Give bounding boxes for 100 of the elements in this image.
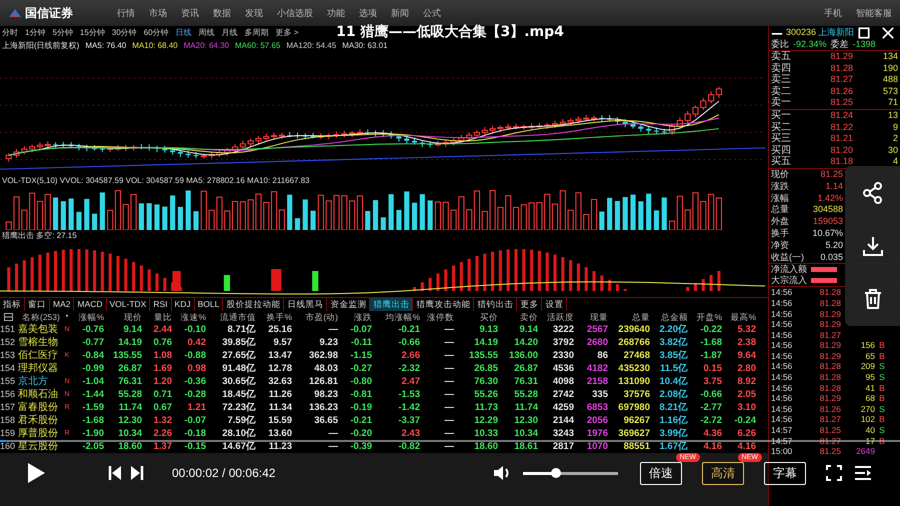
previous-icon[interactable] (108, 465, 122, 481)
table-cell-text: 9.23 (318, 336, 338, 349)
table-cell-text: 239640 (617, 323, 650, 336)
period-tab[interactable]: 日线 (176, 26, 192, 40)
playlist-icon[interactable] (854, 465, 872, 481)
indicator-tab[interactable]: 猎鹰出击 (370, 298, 414, 311)
menu-item[interactable]: 行情 (117, 6, 135, 20)
column-header[interactable]: 最高% (722, 311, 756, 323)
column-header[interactable]: 总量 (608, 311, 650, 323)
table-cell-text: 1.69 (152, 362, 172, 375)
volume-icon[interactable] (493, 465, 511, 481)
indicator-tab[interactable]: VOL-TDX (106, 298, 150, 311)
stat-value: 5.20 (824, 240, 843, 252)
period-tab[interactable]: 分时 (2, 26, 18, 40)
table-cell-text: -0.28 (183, 388, 206, 401)
close-icon[interactable] (882, 27, 894, 39)
indicator-tab[interactable]: 日线黑马 (284, 298, 328, 311)
column-header[interactable]: 涨停数 (420, 311, 454, 323)
period-tab[interactable]: 15分钟 (80, 26, 105, 40)
list-icon[interactable] (4, 313, 13, 321)
share-icon[interactable] (862, 182, 884, 204)
stat-label: 涨幅 (770, 192, 790, 204)
indicator-tab[interactable]: MA2 (50, 298, 74, 311)
period-tab[interactable]: 更多 > (276, 26, 299, 40)
table-cell-text: 76.30 (473, 375, 498, 388)
tick-time: 14:56 (770, 298, 794, 308)
table-cell-text: 1.16亿 (658, 414, 688, 427)
indicator-tab[interactable]: MACD (74, 298, 107, 311)
column-header[interactable]: 涨速% (172, 311, 206, 323)
indicator-tab[interactable]: BOLL (194, 298, 224, 311)
player-button[interactable]: 字幕 (764, 462, 806, 484)
column-header[interactable]: 现价 (104, 311, 142, 323)
tick-volume: 68 (864, 393, 875, 404)
column-header[interactable]: 卖价 (498, 311, 538, 323)
tick-volume: 41 (864, 382, 875, 394)
indicator-tab[interactable]: 猎鹰攻击动能 (413, 298, 474, 311)
column-header[interactable]: 活跃度 (538, 311, 574, 323)
column-header[interactable]: 开盘% (688, 311, 722, 323)
tick-price: 81.29 (818, 350, 841, 362)
tick-side: S (878, 404, 886, 414)
stat-label: 净资 (770, 240, 790, 252)
menu-item[interactable]: 智能客服 (856, 6, 892, 20)
menu-item[interactable]: 手机 (824, 6, 842, 20)
column-header[interactable]: 流通市值 (206, 311, 256, 323)
column-header[interactable]: 现量 (574, 311, 608, 323)
column-header[interactable]: 涨幅% (74, 311, 104, 323)
period-tab[interactable]: 30分钟 (112, 26, 137, 40)
menu-item[interactable]: 选项 (359, 6, 377, 20)
player-button[interactable]: 倍速 (640, 462, 682, 484)
menu-item[interactable]: 发现 (245, 6, 263, 20)
player-button[interactable]: 高清 (702, 462, 744, 484)
download-icon[interactable] (862, 234, 884, 257)
table-cell-text: 2330 (552, 349, 574, 362)
menu-item[interactable]: 市场 (149, 6, 167, 20)
menu-item[interactable]: 资讯 (181, 6, 199, 20)
next-icon[interactable] (130, 465, 144, 481)
period-tab[interactable]: 多周期 (244, 26, 269, 40)
menu-item[interactable]: 公式 (423, 6, 441, 20)
indicator-tab[interactable]: 猎钓出击 (474, 298, 518, 311)
menu-item[interactable]: 小信选股 (277, 6, 313, 20)
column-header[interactable]: 总金额 (650, 311, 688, 323)
column-header[interactable]: 均涨幅% (372, 311, 420, 323)
row-number: 153 (0, 349, 16, 362)
indicator-tab[interactable]: 股价提拉动能 (223, 298, 284, 311)
indicator-tab[interactable]: 指标 (0, 298, 25, 311)
table-cell-text: -0.21 (397, 323, 420, 336)
menu-item[interactable]: 功能 (327, 6, 345, 20)
table-cell-text: 26.85 (473, 362, 498, 375)
column-header[interactable]: 买价 (454, 311, 498, 323)
table-cell-text: 435230 (617, 362, 650, 375)
indicator-tab[interactable]: 窗口 (25, 298, 50, 311)
table-cell-text: 26.87 (513, 362, 538, 375)
indicator-tab[interactable]: 设置 (542, 298, 568, 311)
tick-time: 14:56 (770, 372, 794, 383)
column-header[interactable]: 市盈(动) (292, 311, 338, 323)
indicator-tab[interactable]: RSI (150, 298, 172, 311)
indicator-tab[interactable]: KDJ (172, 298, 195, 311)
column-header[interactable]: 量比 (142, 311, 172, 323)
menu-item[interactable]: 新闻 (391, 6, 409, 20)
ma-legend-item: 上海新阳(日线前复权) (2, 40, 80, 51)
order-label: 买五 (770, 156, 792, 168)
play-icon[interactable] (26, 462, 46, 484)
maximize-icon[interactable] (858, 27, 870, 39)
table-cell-text: -0.66 (397, 336, 420, 349)
period-tab[interactable]: 60分钟 (144, 26, 169, 40)
column-header[interactable]: 名称(253) (18, 311, 60, 323)
table-cell-text: 86 (596, 349, 608, 362)
fullscreen-icon[interactable] (826, 465, 842, 481)
table-cell-text: 13.47 (267, 349, 292, 362)
menu-item[interactable]: 数据 (213, 6, 231, 20)
table-cell-text: -3.37 (397, 414, 420, 427)
indicator-tab[interactable]: 更多 (517, 298, 542, 311)
period-tab[interactable]: 月线 (222, 26, 238, 40)
period-tab[interactable]: 周线 (198, 26, 215, 40)
column-header[interactable]: 换手% (256, 311, 292, 323)
table-cell-text: 8.71亿 (226, 323, 256, 336)
period-tab[interactable]: 1分钟 (25, 26, 46, 40)
ma-legend-item: MA20: 64.30 (184, 40, 229, 51)
column-header[interactable]: 涨跌 (338, 311, 372, 323)
period-tab[interactable]: 5分钟 (52, 26, 73, 40)
